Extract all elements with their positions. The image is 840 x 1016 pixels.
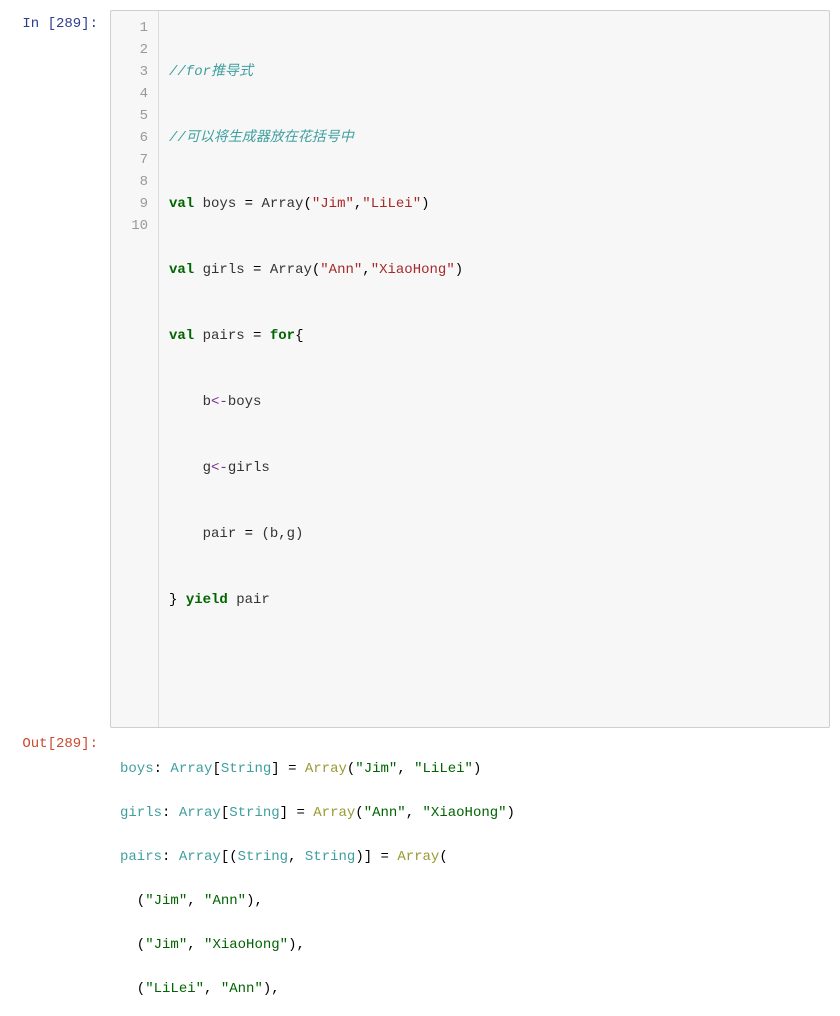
line-number: 2: [111, 39, 148, 61]
output-prompt: Out[289]:: [10, 730, 110, 1016]
input-cell: In [289]: 1 2 3 4 5 6 7 8 9 10 //for推导式 …: [10, 10, 830, 728]
output-line: ("Jim", "Ann"),: [120, 890, 820, 912]
line-number: 9: [111, 193, 148, 215]
line-number: 6: [111, 127, 148, 149]
code-line: b<-boys: [169, 391, 819, 413]
line-number: 1: [111, 17, 148, 39]
output-line: pairs: Array[(String, String)] = Array(: [120, 846, 820, 868]
line-gutter: 1 2 3 4 5 6 7 8 9 10: [111, 11, 159, 727]
input-prompt: In [289]:: [10, 10, 110, 728]
code-line: //for推导式: [169, 61, 819, 83]
output-line: ("LiLei", "Ann"),: [120, 978, 820, 1000]
code-line: [169, 655, 819, 677]
output-line: girls: Array[String] = Array("Ann", "Xia…: [120, 802, 820, 824]
line-number: 3: [111, 61, 148, 83]
code-line: } yield pair: [169, 589, 819, 611]
output-area: boys: Array[String] = Array("Jim", "LiLe…: [110, 730, 830, 1016]
code-line: val boys = Array("Jim","LiLei"): [169, 193, 819, 215]
line-number: 5: [111, 105, 148, 127]
line-number: 7: [111, 149, 148, 171]
output-line: ("Jim", "XiaoHong"),: [120, 934, 820, 956]
output-cell: Out[289]: boys: Array[String] = Array("J…: [10, 730, 830, 1016]
line-number: 4: [111, 83, 148, 105]
line-number: 10: [111, 215, 148, 237]
output-line: boys: Array[String] = Array("Jim", "LiLe…: [120, 758, 820, 780]
line-number: 8: [111, 171, 148, 193]
code-area[interactable]: 1 2 3 4 5 6 7 8 9 10 //for推导式 //可以将生成器放在…: [110, 10, 830, 728]
code-content[interactable]: //for推导式 //可以将生成器放在花括号中 val boys = Array…: [159, 11, 829, 727]
code-line: pair = (b,g): [169, 523, 819, 545]
code-line: g<-girls: [169, 457, 819, 479]
code-line: //可以将生成器放在花括号中: [169, 127, 819, 149]
code-line: val pairs = for{: [169, 325, 819, 347]
code-line: val girls = Array("Ann","XiaoHong"): [169, 259, 819, 281]
